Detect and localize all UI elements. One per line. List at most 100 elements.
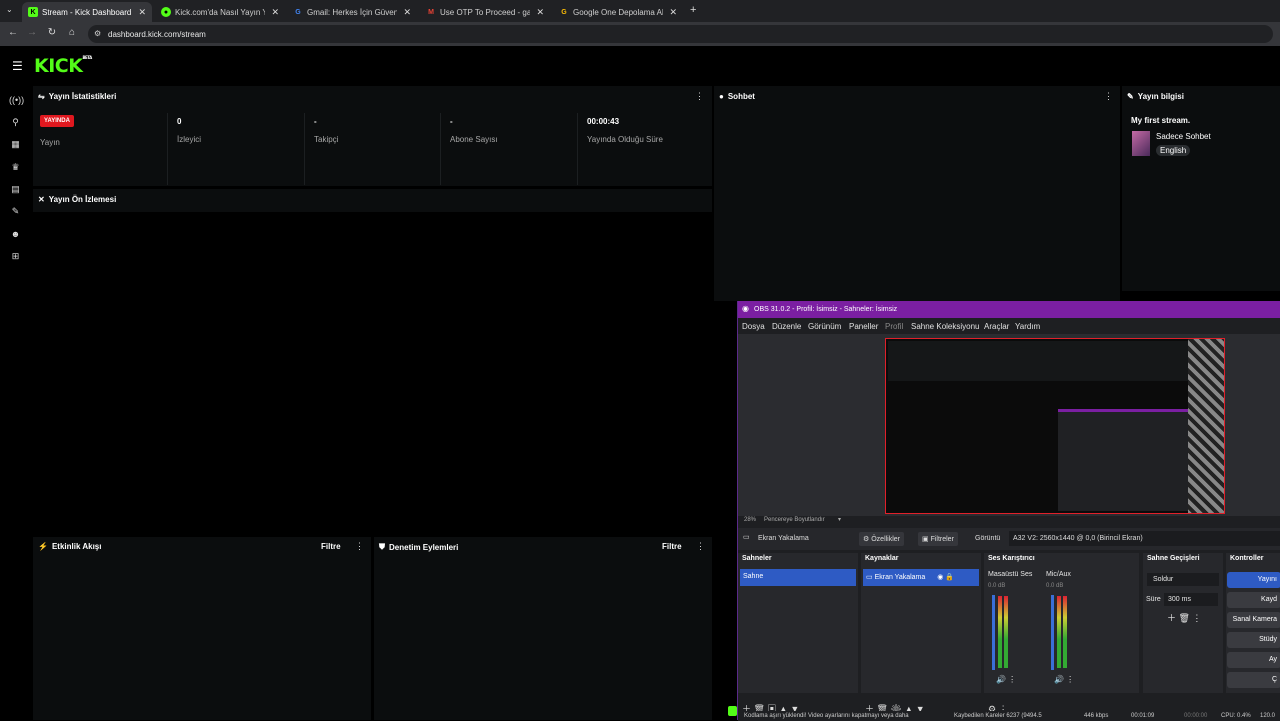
mic-meter-r [1063,596,1067,668]
fps: 120.0 [1260,713,1276,719]
scene-item[interactable]: Sahne [740,569,856,586]
chat-more-icon[interactable]: ⋮ [1104,91,1113,102]
properties-button[interactable]: ⚙ Özellikler [859,532,905,546]
moderation-filter-button[interactable]: Filtre [662,542,682,551]
scenes-dock-header: Sahneler [738,553,858,565]
audio-mixer-dock: Ses Karıştırıcı Masaüstü Ses 0.0 dB Mic/… [984,553,1139,714]
close-tab-icon[interactable]: ✕ [403,7,411,18]
mixer-title: Ses Karıştırıcı [988,555,1035,562]
transition-select[interactable]: Soldur [1147,573,1219,586]
info-title-text: Yayın bilgisi [1137,92,1184,101]
menu-file[interactable]: Dosya [742,322,765,331]
google-favicon-icon: G [295,8,301,16]
menu-help[interactable]: Yardım [1015,322,1040,331]
settings-button[interactable]: Ay [1227,652,1280,668]
extensions-icon[interactable]: ⊞ [9,251,22,263]
start-recording-button[interactable]: Kayd [1227,592,1280,608]
transition-buttons[interactable]: ＋ 🗑 ⋮ [1167,611,1201,624]
tab-label: Kick.com'da Nasıl Yayın Yapılır [175,7,266,17]
moderation-more-icon[interactable]: ⋮ [696,541,705,552]
visibility-eye-icon[interactable]: ◉ [937,574,943,581]
url-text: dashboard.kick.com/stream [108,29,206,39]
desktop-audio-db: 0.0 dB [988,583,1006,589]
tab-kick-howto[interactable]: ● Kick.com'da Nasıl Yayın Yapılır ✕ [155,2,285,22]
close-tab-icon[interactable]: ✕ [138,7,146,18]
stats-icon: ⇋ [38,92,45,101]
tab-kick-dashboard[interactable]: K Stream - Kick Dashboard ✕ [22,2,152,22]
users-icon[interactable]: ☻ [9,229,22,241]
chat-panel-title: ● Sohbet [719,92,755,101]
exit-button[interactable]: Ç [1227,672,1280,688]
filters-button[interactable]: ▣ Filtreler [918,532,958,546]
menu-docks[interactable]: Paneller [849,322,878,331]
kick-header: ☰ KICKBETA [0,46,1280,86]
studio-mode-button[interactable]: Stüdy [1227,632,1280,648]
home-icon[interactable]: ⌂ [65,27,79,38]
moderation-panel-title: ⛊ Denetim Eylemleri [379,542,458,552]
wrench-icon[interactable]: ✎ [9,206,22,218]
site-info-icon[interactable]: ⚙ [94,29,101,38]
logo-text: KICK [34,55,83,77]
logo-badge: BETA [82,55,92,60]
display-select[interactable]: A32 V2: 2560x1440 @ 0,0 (Birincil Ekran) [1009,531,1280,546]
sources-dock-header: Kaynaklar [861,553,981,565]
tab-otp[interactable]: M Use OTP To Proceed - gasefe0 ✕ [420,2,550,22]
close-tab-icon[interactable]: ✕ [669,7,677,18]
desktop-mute-icon[interactable]: 🔊 ⋮ [996,675,1016,684]
link-icon[interactable]: ⚲ [9,117,22,129]
close-tab-icon[interactable]: ✕ [271,7,279,18]
chat-panel: ● Sohbet ⋮ [714,86,1120,301]
mic-mute-icon[interactable]: 🔊 ⋮ [1054,675,1074,684]
tab-search-icon[interactable]: ⌄ [6,5,13,14]
dropped-frames: Kaybedilen Kareler 6237 (9494.5 [954,713,1042,719]
obs-preview-canvas[interactable] [885,338,1225,514]
stats-more-icon[interactable]: ⋮ [695,91,704,102]
menu-scene-collection[interactable]: Sahne Koleksiyonu [911,322,980,331]
obs-title-bar[interactable]: ◉ OBS 31.0.2 - Profil: İsimsiz - Sahnele… [738,301,1280,318]
virtual-camera-button[interactable]: Sanal Kamera [1227,612,1280,628]
stat-label: Yayın [40,138,60,147]
stats-title-text: Yayın İstatistikleri [48,92,117,101]
dashboard-sidebar: ((•)) ⚲ ▦ ♛ ▤ ✎ ☻ ⊞ [0,86,30,720]
resize-to-window-button[interactable]: Pencereye Boyutlandır [764,517,825,523]
analytics-icon[interactable]: ▦ [9,139,22,151]
tab-google-one[interactable]: G Google One Depolama Alanı Y ✕ [553,2,683,22]
menu-profile[interactable]: Profil [885,322,903,331]
menu-icon[interactable]: ☰ [12,59,23,73]
stat-label: Abone Sayısı [450,135,498,144]
source-item[interactable]: ▭ Ekran Yakalama ◉ 🔒 [863,569,979,586]
menu-tools[interactable]: Araçlar [984,322,1009,331]
stream-info-panel: ✎ Yayın bilgisi My first stream. Sadece … [1122,86,1280,291]
scene-transitions-dock: Sahne Geçişleri Soldur Süre 300 ms ＋ 🗑 ⋮ [1143,553,1223,693]
new-tab-button[interactable]: + [690,4,696,16]
kick-logo[interactable]: KICKBETA [34,55,92,77]
reload-icon[interactable]: ↻ [45,27,59,38]
source-name: Ekran Yakalama [758,535,809,542]
video-icon[interactable]: ▤ [9,184,22,196]
obs-preview[interactable] [738,334,1280,516]
stat-label: Yayında Olduğu Süre [587,135,663,144]
stream-icon[interactable]: ((•)) [9,95,24,107]
close-tab-icon[interactable]: ✕ [536,7,544,18]
lock-icon[interactable]: 🔒 [945,574,954,581]
mic-volume-slider[interactable] [1051,595,1054,670]
menu-view[interactable]: Görünüm [808,322,841,331]
forward-icon[interactable]: → [25,27,39,38]
chevron-down-icon[interactable]: ▾ [838,516,841,523]
tab-label: Use OTP To Proceed - gasefe0 [440,7,531,17]
activity-more-icon[interactable]: ⋮ [355,541,364,552]
transitions-title: Sahne Geçişleri [1147,555,1200,562]
browser-toolbar: ← → ↻ ⌂ ⚙ dashboard.kick.com/stream [0,22,1280,46]
tab-gmail[interactable]: G Gmail: Herkes İçin Güvenli, Yap ✕ [287,2,417,22]
desktop-volume-slider[interactable] [992,595,995,670]
trophy-icon[interactable]: ♛ [9,162,22,174]
activity-panel-title: ⚡ Etkinlik Akışı [38,542,101,551]
back-icon[interactable]: ← [6,27,20,38]
address-bar[interactable]: ⚙ dashboard.kick.com/stream [88,25,1273,43]
start-streaming-button[interactable]: Yayını [1227,572,1280,588]
zoom-level: 28% [744,517,757,523]
activity-filter-button[interactable]: Filtre [321,542,341,551]
desktop-audio-meter [998,596,1002,668]
menu-edit[interactable]: Düzenle [772,322,801,331]
duration-input[interactable]: 300 ms [1164,593,1218,606]
